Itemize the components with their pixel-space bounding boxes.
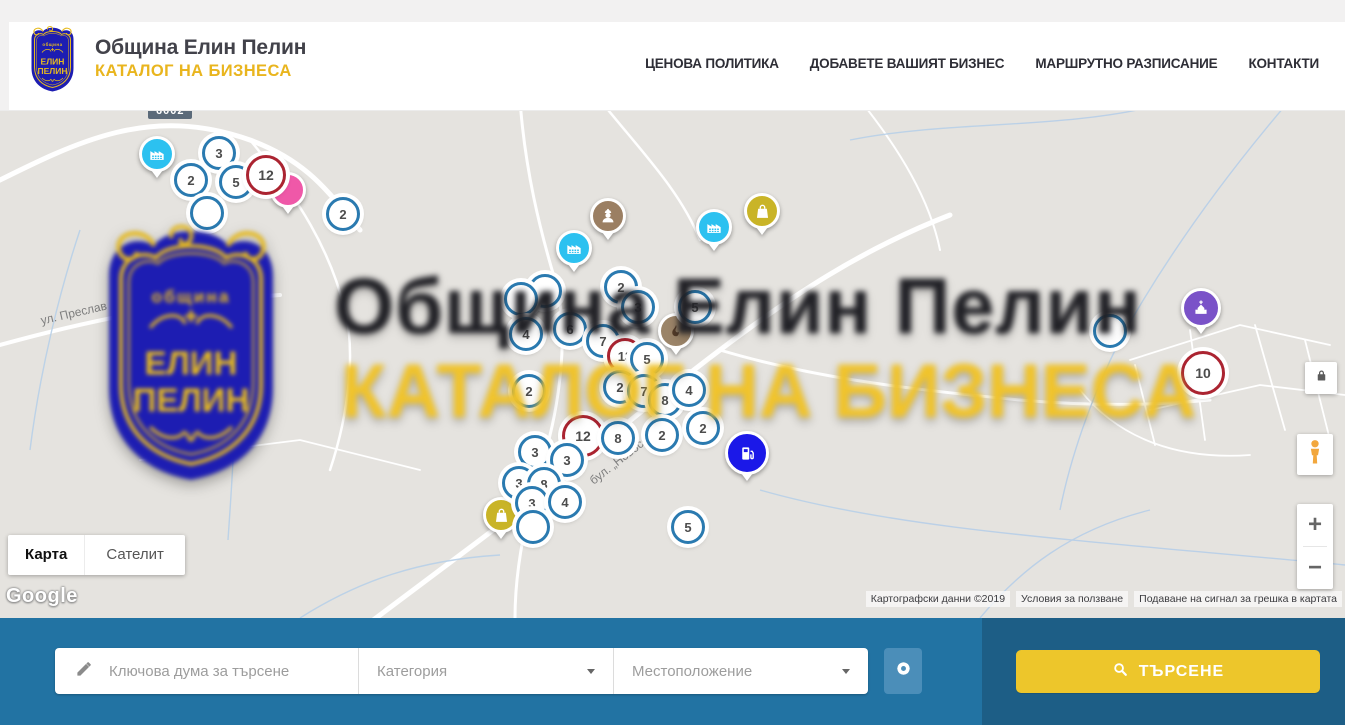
cluster-marker[interactable]: 2	[174, 163, 208, 197]
pin-marker-fuel[interactable]	[725, 431, 769, 487]
top-strip	[0, 0, 1345, 22]
attribution-copyright: Картографски данни ©2019	[866, 591, 1010, 607]
category-select[interactable]: Категория	[358, 648, 613, 694]
terms-link[interactable]: Условия за ползване	[1016, 591, 1128, 607]
map-type-map-button[interactable]: Карта	[8, 535, 84, 575]
cluster-marker[interactable]	[504, 282, 538, 316]
cluster-marker[interactable]: 12	[246, 155, 286, 195]
pin-marker-factory[interactable]	[139, 136, 175, 184]
pin-marker-church[interactable]	[1181, 288, 1221, 340]
map-type-satellite-button[interactable]: Сателит	[84, 535, 185, 575]
fuel-icon	[725, 431, 769, 475]
pencil-icon	[75, 659, 94, 683]
nav-item-route-schedule[interactable]: МАРШРУТНО РАЗПИСАНИЕ	[1035, 56, 1217, 71]
cluster-marker[interactable]: 5	[630, 342, 664, 376]
chevron-down-icon	[842, 669, 850, 674]
search-input-group: Категория Местоположение	[55, 648, 868, 694]
zoom-out-button[interactable]: −	[1297, 547, 1333, 589]
search-icon	[1112, 661, 1129, 683]
pegman-button[interactable]	[1297, 434, 1333, 475]
site-title: Община Елин Пелин	[95, 36, 306, 59]
cluster-marker[interactable]	[516, 510, 550, 544]
advanced-search-button[interactable]	[884, 648, 922, 694]
cluster-marker[interactable]: 2	[686, 411, 720, 445]
shopping-bag-icon	[744, 193, 780, 229]
svg-text:ЕЛИН: ЕЛИН	[41, 57, 65, 67]
zoom-in-button[interactable]: +	[1297, 504, 1333, 546]
svg-text:община: община	[42, 41, 62, 47]
site-logo[interactable]: община ЕЛИН ПЕЛИН Община Елин Пелин КАТА…	[24, 25, 306, 95]
factory-icon	[139, 136, 175, 172]
cluster-marker[interactable]: 2	[645, 418, 679, 452]
nav-item-contacts[interactable]: КОНТАКТИ	[1248, 56, 1319, 71]
factory-icon	[696, 209, 732, 245]
church-icon	[1181, 288, 1221, 328]
pin-marker-factory[interactable]	[556, 230, 592, 278]
cluster-marker[interactable]: 3	[518, 435, 552, 469]
chevron-down-icon	[587, 669, 595, 674]
search-submit-button[interactable]: ТЪРСЕНЕ	[1016, 650, 1320, 693]
cluster-marker[interactable]	[1093, 314, 1127, 348]
cluster-marker[interactable]: 2	[326, 197, 360, 231]
category-select-label: Категория	[377, 663, 447, 680]
left-strip	[0, 0, 9, 110]
google-logo[interactable]: Google	[6, 585, 78, 608]
report-error-link[interactable]: Подаване на сигнал за грешка в картата	[1134, 591, 1342, 607]
cluster-marker[interactable]: 6	[553, 312, 587, 346]
site-subtitle: КАТАЛОГ НА БИЗНЕСА	[95, 62, 306, 81]
cluster-marker[interactable]: 5	[678, 290, 712, 324]
shopping-bag-icon	[483, 497, 519, 533]
pegman-icon	[1304, 438, 1326, 471]
pin-marker-factory[interactable]	[696, 209, 732, 257]
keyword-input[interactable]	[107, 662, 351, 681]
map-attribution: Картографски данни ©2019 Условия за полз…	[866, 591, 1342, 607]
cluster-marker[interactable]	[190, 196, 224, 230]
pin-marker-shopping-bag[interactable]	[744, 193, 780, 241]
worker-icon	[590, 198, 626, 234]
lock-button[interactable]	[1305, 362, 1337, 394]
cluster-marker[interactable]: 5	[671, 510, 705, 544]
cluster-marker[interactable]: 2	[512, 374, 546, 408]
municipality-crest-icon: община ЕЛИН ПЕЛИН	[24, 25, 81, 95]
factory-icon	[556, 230, 592, 266]
nav-item-add-business[interactable]: ДОБАВЕТЕ ВАШИЯТ БИЗНЕС	[810, 56, 1005, 71]
logo-text: Община Елин Пелин КАТАЛОГ НА БИЗНЕСА	[95, 25, 306, 81]
search-button-label: ТЪРСЕНЕ	[1139, 663, 1224, 681]
nav-item-pricing[interactable]: ЦЕНОВА ПОЛИТИКА	[645, 56, 779, 71]
zoom-control: + −	[1297, 504, 1333, 589]
cluster-marker[interactable]: 4	[548, 485, 582, 519]
cluster-marker[interactable]: 4	[509, 317, 543, 351]
pin-marker-worker[interactable]	[590, 198, 626, 246]
gear-icon	[893, 658, 914, 684]
main-nav: ЦЕНОВА ПОЛИТИКА ДОБАВЕТЕ ВАШИЯТ БИЗНЕС М…	[645, 22, 1319, 104]
map-canvas[interactable]: 6002ул. Преславбул. „Новосел 32512223546…	[0, 110, 1345, 618]
road-number-shield: 6002	[148, 110, 192, 119]
map-type-control: Карта Сателит	[8, 535, 185, 575]
keyword-field-wrap	[55, 648, 358, 694]
cluster-marker[interactable]: 8	[601, 421, 635, 455]
cluster-marker[interactable]: 10	[1181, 351, 1225, 395]
search-bar: Категория Местоположение ТЪРСЕНЕ	[0, 618, 1345, 725]
cluster-marker[interactable]: 4	[672, 373, 706, 407]
svg-text:ПЕЛИН: ПЕЛИН	[38, 66, 68, 76]
header: община ЕЛИН ПЕЛИН Община Елин Пелин КАТА…	[0, 0, 1345, 111]
page: община ЕЛИН ПЕЛИН Община Елин Пелин КАТА…	[0, 0, 1345, 725]
cluster-marker[interactable]: 3	[621, 290, 655, 324]
pin-marker-shopping-bag[interactable]	[483, 497, 519, 545]
lock-icon	[1314, 368, 1329, 388]
location-select[interactable]: Местоположение	[613, 648, 868, 694]
location-select-label: Местоположение	[632, 663, 752, 680]
